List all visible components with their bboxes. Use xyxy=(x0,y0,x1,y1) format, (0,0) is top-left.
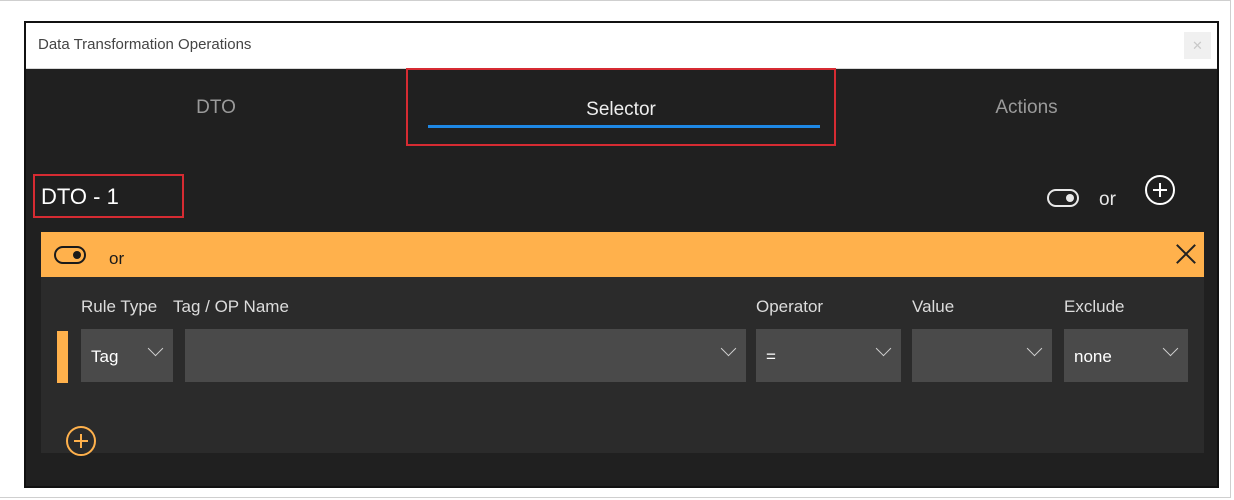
tab-label: DTO xyxy=(196,97,236,118)
column-header-tag-name: Tag / OP Name xyxy=(173,297,289,316)
rule-group-header: or xyxy=(41,232,1204,277)
active-tab-indicator xyxy=(428,125,820,128)
chevron-down-icon xyxy=(720,340,737,357)
chevron-down-icon xyxy=(147,340,164,357)
group-or-toggle[interactable] xyxy=(54,246,86,264)
dto-or-toggle[interactable] xyxy=(1047,189,1079,207)
rule-type-value: Tag xyxy=(91,347,119,366)
toggle-knob xyxy=(1066,194,1074,202)
column-header-exclude: Exclude xyxy=(1064,297,1125,316)
rule-type-select[interactable]: Tag xyxy=(81,329,173,382)
dto-name-label: DTO - 1 xyxy=(33,174,184,218)
chevron-down-icon xyxy=(1162,340,1179,357)
dto-dialog: Data Transformation Operations ✕ DTO Sel… xyxy=(24,21,1219,488)
title-bar: Data Transformation Operations ✕ xyxy=(26,23,1217,69)
rule-row-marker xyxy=(57,331,68,383)
window-close-button[interactable]: ✕ xyxy=(1184,32,1211,59)
group-or-label: or xyxy=(109,249,125,268)
tab-selector[interactable]: Selector xyxy=(406,68,836,146)
tab-actions[interactable]: Actions xyxy=(836,68,1217,146)
chevron-down-icon xyxy=(875,340,892,357)
add-group-button[interactable] xyxy=(1145,175,1175,205)
window-title: Data Transformation Operations xyxy=(38,36,252,53)
add-rule-button[interactable] xyxy=(66,426,96,456)
toggle-knob xyxy=(73,251,81,259)
operator-select[interactable]: = xyxy=(756,329,901,382)
chevron-down-icon xyxy=(1026,340,1043,357)
dto-or-label: or xyxy=(1099,189,1116,210)
tag-name-select[interactable] xyxy=(185,329,746,382)
column-header-value: Value xyxy=(912,297,955,316)
exclude-select[interactable]: none xyxy=(1064,329,1188,382)
tab-label: Selector xyxy=(586,99,656,120)
column-header-operator: Operator xyxy=(756,297,824,316)
remove-group-close-icon[interactable] xyxy=(1172,240,1200,268)
value-select[interactable] xyxy=(912,329,1052,382)
rules-panel: Rule Type Tag / OP Name Operator Value E… xyxy=(41,277,1204,456)
exclude-value: none xyxy=(1074,347,1112,366)
operator-value: = xyxy=(766,347,776,366)
tab-bar: DTO Selector Actions xyxy=(26,68,1217,146)
column-header-rule-type: Rule Type xyxy=(81,297,158,316)
tab-label: Actions xyxy=(995,97,1058,118)
tab-dto[interactable]: DTO xyxy=(26,68,406,146)
